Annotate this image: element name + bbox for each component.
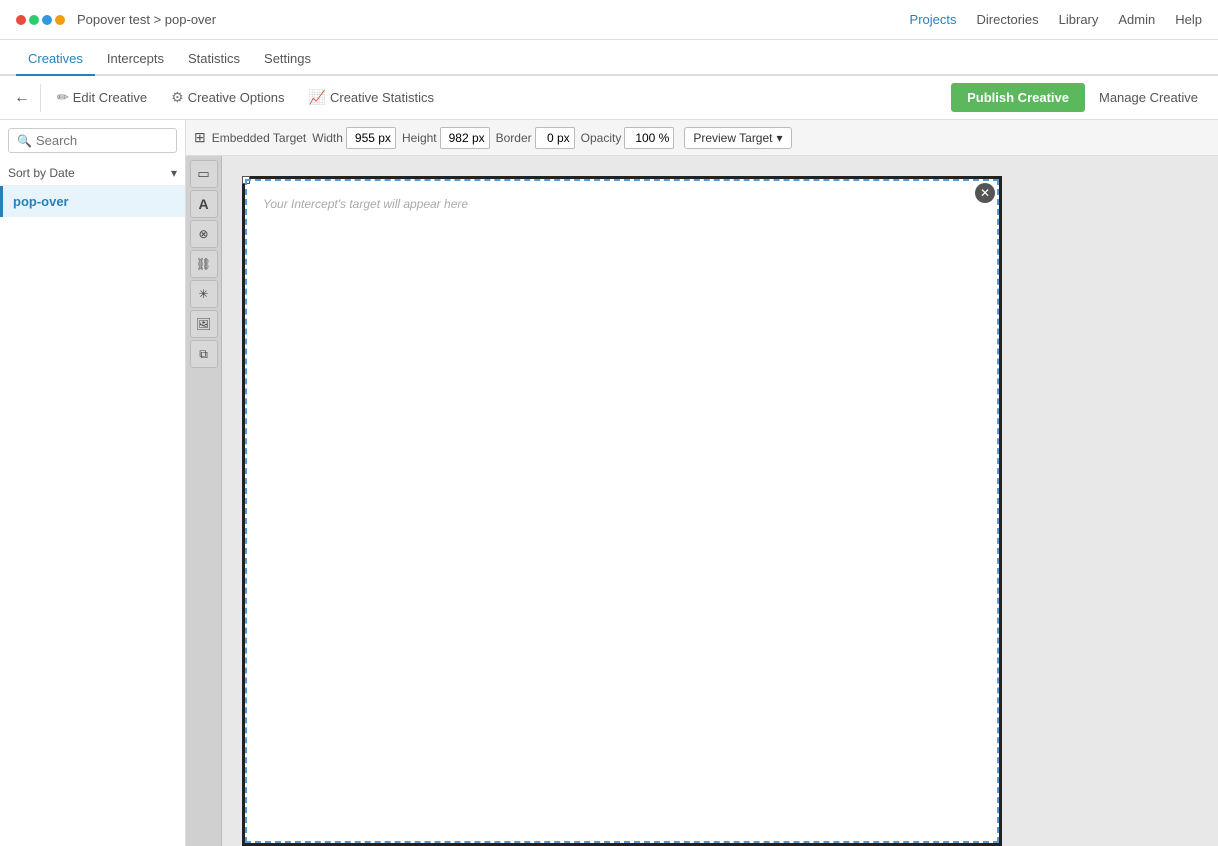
popover-container: ✕ Your Intercept's target will appear he… <box>242 176 1002 846</box>
secondary-nav: Creatives Intercepts Statistics Settings <box>0 40 1218 76</box>
height-label: Height <box>402 131 437 145</box>
sidebar-list: pop-over <box>0 186 185 846</box>
text-tool-button[interactable]: A <box>190 190 218 218</box>
settings-tool-icon: ✳ <box>198 287 208 301</box>
text-tool-icon: A <box>198 196 208 212</box>
creative-statistics-label: Creative Statistics <box>330 90 434 105</box>
creative-options-label: Creative Options <box>188 90 285 105</box>
canvas-scroll[interactable]: ✕ Your Intercept's target will appear he… <box>222 156 1218 846</box>
settings-tool-button[interactable]: ✳ <box>190 280 218 308</box>
logo-dot-red <box>16 15 26 25</box>
close-tool-button[interactable]: ⊗ <box>190 220 218 248</box>
nav-library[interactable]: Library <box>1059 12 1099 27</box>
tab-statistics[interactable]: Statistics <box>176 43 252 76</box>
embedded-target-icon: ⊞ <box>194 129 206 146</box>
link-tool-button[interactable]: ⛓ <box>190 250 218 278</box>
tab-creatives[interactable]: Creatives <box>16 43 95 76</box>
width-input[interactable] <box>346 127 396 149</box>
edit-creative-button[interactable]: ✏ Edit Creative <box>45 83 159 112</box>
logo-dot-blue <box>42 15 52 25</box>
tools-sidebar: ▭ A ⊗ ⛓ ✳ 🖼 ⧉ <box>186 156 222 846</box>
opacity-input[interactable] <box>624 127 674 149</box>
image-tool-icon: 🖼 <box>196 317 211 331</box>
preview-dropdown-icon: ▾ <box>777 131 783 145</box>
sort-chevron-icon: ▾ <box>171 166 177 180</box>
content-area: 🔍 Sort by Date ▾ pop-over ⊞ Embedded Tar… <box>0 120 1218 846</box>
border-label: Border <box>496 131 532 145</box>
app-logo <box>16 15 65 25</box>
width-label: Width <box>312 131 343 145</box>
embedded-target-label: Embedded Target <box>212 131 307 145</box>
pencil-icon: ✏ <box>57 89 69 106</box>
nav-admin[interactable]: Admin <box>1118 12 1155 27</box>
creative-statistics-button[interactable]: 📈 Creative Statistics <box>297 83 446 112</box>
border-field-wrap: Border <box>496 127 575 149</box>
search-input[interactable] <box>36 133 168 148</box>
resize-handle-tl[interactable] <box>242 176 250 184</box>
preview-target-label: Preview Target <box>693 131 772 145</box>
publish-creative-button[interactable]: Publish Creative <box>951 83 1085 112</box>
height-input[interactable] <box>440 127 490 149</box>
width-field-wrap: Width <box>312 127 396 149</box>
nav-help[interactable]: Help <box>1175 12 1202 27</box>
edit-creative-label: Edit Creative <box>73 90 147 105</box>
canvas-area: ⊞ Embedded Target Width Height Border Op… <box>186 120 1218 846</box>
image-tool-button[interactable]: 🖼 <box>190 310 218 338</box>
popover-close-button[interactable]: ✕ <box>975 183 995 203</box>
opacity-field-wrap: Opacity <box>581 127 675 149</box>
canvas-type-icon-wrap: ⊞ <box>194 129 206 146</box>
sort-label: Sort by Date <box>8 166 75 180</box>
canvas-wrapper: ▭ A ⊗ ⛓ ✳ 🖼 ⧉ <box>186 156 1218 846</box>
logo-dot-orange <box>55 15 65 25</box>
chart-icon: 📈 <box>309 89 326 106</box>
preview-target-button[interactable]: Preview Target ▾ <box>684 127 791 149</box>
tab-settings[interactable]: Settings <box>252 43 323 76</box>
duplicate-tool-icon: ⧉ <box>199 347 208 362</box>
sidebar-item-pop-over[interactable]: pop-over <box>0 186 185 217</box>
rectangle-tool-icon: ▭ <box>197 166 209 182</box>
logo-dot-green <box>29 15 39 25</box>
canvas-toolbar: ⊞ Embedded Target Width Height Border Op… <box>186 120 1218 156</box>
tab-intercepts[interactable]: Intercepts <box>95 43 176 76</box>
sidebar: 🔍 Sort by Date ▾ pop-over <box>0 120 186 846</box>
search-box: 🔍 <box>8 128 177 153</box>
manage-creative-button[interactable]: Manage Creative <box>1087 83 1210 112</box>
rectangle-tool-button[interactable]: ▭ <box>190 160 218 188</box>
height-field-wrap: Height <box>402 127 490 149</box>
back-button[interactable]: ← <box>8 84 36 112</box>
duplicate-tool-button[interactable]: ⧉ <box>190 340 218 368</box>
top-nav-links: Projects Directories Library Admin Help <box>910 12 1202 27</box>
selection-border <box>245 179 999 843</box>
close-tool-icon: ⊗ <box>198 227 208 241</box>
toolbar-divider-1 <box>40 84 41 112</box>
top-nav: Popover test > pop-over Projects Directo… <box>0 0 1218 40</box>
sort-by-date-button[interactable]: Sort by Date ▾ <box>0 161 185 186</box>
search-icon: 🔍 <box>17 134 32 148</box>
creative-options-button[interactable]: ⚙ Creative Options <box>159 83 296 112</box>
breadcrumb: Popover test > pop-over <box>77 12 910 27</box>
opacity-label: Opacity <box>581 131 622 145</box>
border-input[interactable] <box>535 127 575 149</box>
main-toolbar: ← ✏ Edit Creative ⚙ Creative Options 📈 C… <box>0 76 1218 120</box>
embedded-target-label-wrap: Embedded Target <box>212 131 307 145</box>
link-tool-icon: ⛓ <box>196 257 211 271</box>
target-placeholder-text: Your Intercept's target will appear here <box>263 197 468 211</box>
nav-directories[interactable]: Directories <box>977 12 1039 27</box>
gear-icon: ⚙ <box>171 89 184 106</box>
nav-projects[interactable]: Projects <box>910 12 957 27</box>
